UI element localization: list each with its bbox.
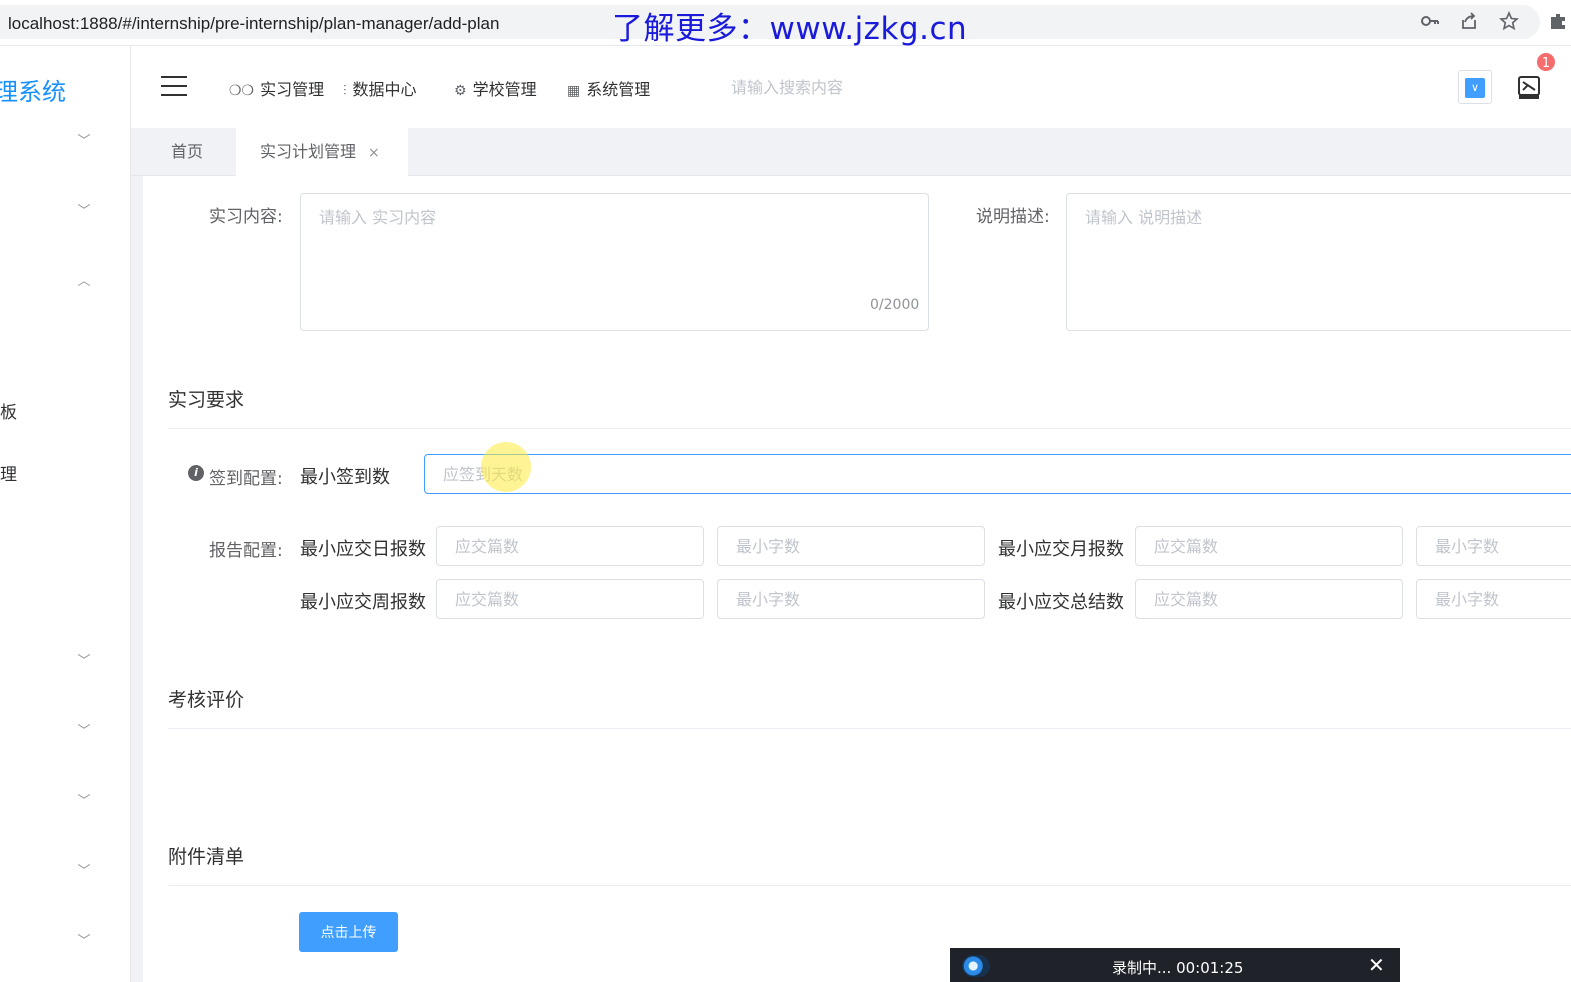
notification-badge: 1 <box>1535 51 1557 73</box>
close-icon[interactable]: ✕ <box>1368 955 1385 975</box>
menu-toggle-icon[interactable] <box>161 76 187 96</box>
min-signin-input[interactable] <box>424 454 1571 494</box>
summary-count-input[interactable] <box>1135 579 1403 619</box>
char-counter: 0/2000 <box>870 297 920 313</box>
min-summary-report-label: 最小应交总结数 <box>998 592 1124 613</box>
sidebar-item-label[interactable]: 板 <box>0 398 17 423</box>
cursor-highlight <box>481 442 531 492</box>
min-signin-label: 最小签到数 <box>300 467 390 488</box>
app-brand: 理系统 <box>0 78 66 106</box>
chevron-down-icon[interactable]: ﹀ <box>76 130 92 149</box>
chevron-up-icon[interactable]: ︿ <box>76 270 92 289</box>
summary-words-input[interactable] <box>1416 579 1571 619</box>
main-content: 实习内容: 0/2000 说明描述: 实习要求 i 签到配置: 最小签到数 报告… <box>143 176 1571 982</box>
watermark-text: 了解更多：www.jzkg.cn <box>612 11 968 47</box>
chart-icon: ⫶ <box>343 83 347 99</box>
star-icon[interactable] <box>1498 10 1520 33</box>
divider <box>168 728 1571 729</box>
key-icon[interactable] <box>1419 11 1441 33</box>
description-textarea[interactable] <box>1066 193 1571 331</box>
weekly-count-input[interactable] <box>436 579 704 619</box>
content-textarea[interactable] <box>300 193 929 331</box>
tab-label: 实习计划管理 <box>260 142 357 161</box>
browser-toolbar: localhost:1888/#/internship/pre-internsh… <box>0 0 1571 47</box>
chevron-down-icon[interactable]: ﹀ <box>76 790 92 809</box>
section-title-requirements: 实习要求 <box>168 389 245 411</box>
sidebar: 理系统 ﹀ ﹀ ︿ 板 理 ﹀ ﹀ ﹀ ﹀ ﹀ <box>0 46 131 982</box>
chevron-down-icon[interactable]: ﹀ <box>76 860 92 879</box>
camera-icon <box>962 955 990 977</box>
description-label: 说明描述: <box>976 207 1050 227</box>
message-icon <box>1518 76 1540 99</box>
tab-plan-manager[interactable]: 实习计划管理 × <box>236 128 408 176</box>
content-label: 实习内容: <box>209 207 283 227</box>
chevron-down-icon[interactable]: ﹀ <box>76 930 92 949</box>
weekly-words-input[interactable] <box>717 579 985 619</box>
monthly-words-input[interactable] <box>1416 526 1571 566</box>
search-input[interactable] <box>731 72 1031 102</box>
nav-label: 数据中心 <box>352 80 417 99</box>
min-daily-report-label: 最小应交日报数 <box>300 539 426 560</box>
section-title-attachments: 附件清单 <box>168 846 245 868</box>
close-icon[interactable]: × <box>368 145 380 161</box>
chevron-down-icon[interactable]: ﹀ <box>76 200 92 219</box>
report-config-label: 报告配置: <box>209 541 283 561</box>
dropdown-button[interactable]: ∨ <box>1458 70 1492 104</box>
signin-config-label: 签到配置: <box>209 469 283 489</box>
chevron-down-icon[interactable]: ﹀ <box>76 650 92 669</box>
grid-icon: ▦ <box>567 83 581 99</box>
nav-internship[interactable]: ❍❍ 实习管理 <box>229 76 324 100</box>
tabs-bar: 首页 实习计划管理 × <box>131 128 1571 176</box>
chevron-down-icon[interactable]: ﹀ <box>76 720 92 739</box>
nav-label: 学校管理 <box>472 80 537 99</box>
message-button[interactable] <box>1515 72 1545 102</box>
chevron-down-icon: ∨ <box>1465 78 1485 98</box>
monthly-count-input[interactable] <box>1135 526 1403 566</box>
divider <box>168 428 1571 429</box>
section-title-evaluation: 考核评价 <box>168 689 245 711</box>
glasses-icon: ❍❍ <box>229 83 255 99</box>
nav-school[interactable]: ⚙ 学校管理 <box>454 76 537 100</box>
min-monthly-report-label: 最小应交月报数 <box>998 539 1124 560</box>
daily-count-input[interactable] <box>436 526 704 566</box>
divider <box>168 885 1571 886</box>
tab-home[interactable]: 首页 <box>171 128 203 176</box>
nav-label: 实习管理 <box>260 80 325 99</box>
url-text: localhost:1888/#/internship/pre-internsh… <box>8 14 500 33</box>
recording-status: 录制中... 00:01:25 <box>1112 959 1244 977</box>
daily-words-input[interactable] <box>717 526 985 566</box>
upload-button[interactable]: 点击上传 <box>299 912 398 952</box>
top-navbar: ❍❍ 实习管理 ⫶ 数据中心 ⚙ 学校管理 ▦ 系统管理 ∨ 1 <box>131 46 1571 128</box>
share-icon[interactable] <box>1458 11 1480 33</box>
nav-label: 系统管理 <box>586 80 651 99</box>
recording-toolbar: 录制中... 00:01:25 ✕ <box>950 948 1400 982</box>
nav-system[interactable]: ▦ 系统管理 <box>567 76 650 100</box>
min-weekly-report-label: 最小应交周报数 <box>300 592 426 613</box>
gear-icon: ⚙ <box>454 83 467 99</box>
nav-data-center[interactable]: ⫶ 数据中心 <box>343 76 417 100</box>
sidebar-item-label[interactable]: 理 <box>0 460 17 485</box>
extensions-icon[interactable] <box>1547 11 1569 33</box>
info-icon[interactable]: i <box>188 465 204 481</box>
